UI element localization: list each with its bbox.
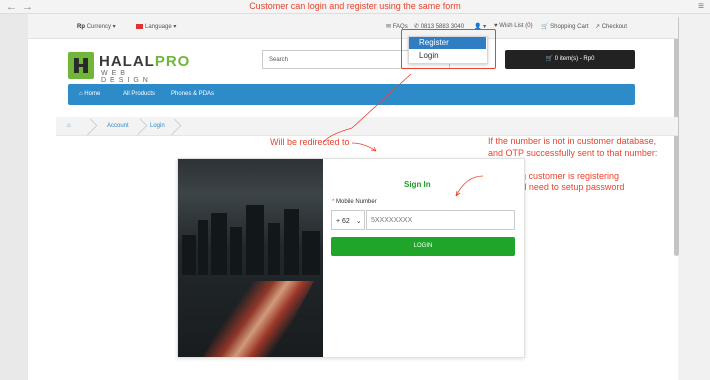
annotation-otp-line-2: and OTP successfully sent to that number… <box>488 148 658 158</box>
mobile-number-label: * Mobile Number <box>332 199 377 205</box>
language-selector[interactable]: Language ▾ <box>136 23 176 30</box>
city-night-image <box>178 159 323 357</box>
share-icon: ↗ <box>595 24 601 30</box>
mobile-number-input[interactable]: 5XXXXXXXX <box>366 210 515 230</box>
wishlist-link[interactable]: ♥ Wish List (0) <box>494 23 533 29</box>
logo-subtitle: WEB DESIGN <box>101 70 152 84</box>
cart-button[interactable]: 🛒 0 item(s) - Rp0 <box>505 50 635 69</box>
logo-icon <box>68 52 94 79</box>
shopping-cart-link[interactable]: 🛒 Shopping Cart <box>541 23 589 30</box>
scrollbar-track[interactable] <box>678 14 710 380</box>
nav-home[interactable]: ⌂ Home <box>79 91 100 97</box>
scrollbar-thumb[interactable] <box>674 16 679 256</box>
breadcrumb-home-icon[interactable]: ⌂ <box>67 123 71 129</box>
login-menu-item[interactable]: Login <box>409 50 486 62</box>
breadcrumb-login[interactable]: Login <box>150 123 165 129</box>
checkout-link[interactable]: ↗ Checkout <box>595 23 627 30</box>
currency-selector[interactable]: Rp Currency ▾ <box>77 23 116 30</box>
breadcrumb-account[interactable]: Account <box>107 123 129 129</box>
country-code-select[interactable]: + 62 ⌄ <box>331 210 365 230</box>
login-button[interactable]: LOGIN <box>331 237 515 256</box>
home-icon: ⌂ <box>79 91 83 97</box>
cart-icon: 🛒 <box>541 24 549 30</box>
annotation-otp-line-1: If the number is not in customer databas… <box>488 136 657 146</box>
nav-phones[interactable]: Phones & PDAs <box>171 91 214 97</box>
logo-part-1: HALAL <box>99 53 155 70</box>
site-logo[interactable]: HALALPRO WEB DESIGN <box>68 52 189 84</box>
annotation-top: Customer can login and register using th… <box>249 1 461 11</box>
comments-icon: ✉ <box>386 24 392 30</box>
chevron-down-icon: ⌄ <box>355 218 362 225</box>
annotation-redirect: Will be redirected to <box>270 137 350 147</box>
cart-icon: 🛒 <box>545 56 554 62</box>
nav-all-products[interactable]: All Products <box>123 91 155 97</box>
logo-part-2: PRO <box>154 53 191 70</box>
sign-in-title: Sign In <box>404 180 431 189</box>
register-menu-item[interactable]: Register <box>409 37 486 49</box>
